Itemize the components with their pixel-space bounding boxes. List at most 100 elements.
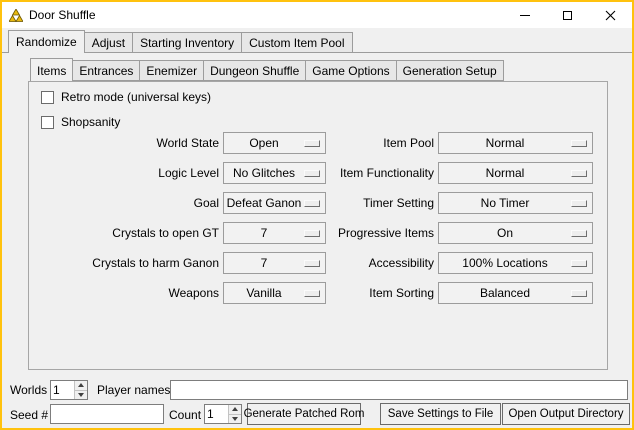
count-spin-up[interactable] (229, 405, 241, 414)
open-output-directory-button[interactable]: Open Output Directory (502, 403, 630, 425)
spin-down-icon (78, 393, 84, 397)
timer-setting-label: Timer Setting (330, 192, 434, 214)
randomize-tabbar: Items Entrances Enemizer Dungeon Shuffle… (30, 58, 504, 81)
generate-patched-rom-button[interactable]: Generate Patched Rom (247, 403, 361, 425)
item-pool-label: Item Pool (330, 132, 434, 154)
crystals-harm-ganon-label: Crystals to harm Ganon (29, 252, 219, 274)
window-title: Door Shuffle (29, 8, 96, 22)
option-row: Goal Defeat Ganon Timer Setting No Timer (29, 192, 593, 214)
count-spin-down[interactable] (229, 414, 241, 424)
option-row: Crystals to harm Ganon 7 Accessibility 1… (29, 252, 593, 274)
maximize-button[interactable] (546, 2, 589, 28)
item-pool-dropdown[interactable]: Normal (438, 132, 593, 154)
dropdown-indicator-icon (304, 290, 320, 297)
seed-input[interactable] (50, 404, 164, 424)
shopsanity-row: Shopsanity (41, 114, 120, 130)
retro-mode-checkbox[interactable] (41, 91, 54, 104)
weapons-label: Weapons (29, 282, 219, 304)
shopsanity-label: Shopsanity (61, 115, 120, 129)
item-functionality-value: Normal (439, 166, 571, 180)
timer-setting-value: No Timer (439, 196, 571, 210)
progressive-items-dropdown[interactable]: On (438, 222, 593, 244)
save-settings-button[interactable]: Save Settings to File (380, 403, 501, 425)
window-controls (503, 2, 632, 28)
accessibility-label: Accessibility (330, 252, 434, 274)
tab-adjust[interactable]: Adjust (84, 32, 133, 53)
minimize-button[interactable] (503, 2, 546, 28)
dropdown-indicator-icon (304, 230, 320, 237)
goal-value: Defeat Ganon (224, 196, 304, 210)
worlds-label: Worlds (10, 380, 47, 400)
item-sorting-label: Item Sorting (330, 282, 434, 304)
worlds-spinbox (50, 380, 88, 400)
tab-items[interactable]: Items (30, 58, 73, 82)
retro-mode-label: Retro mode (universal keys) (61, 90, 211, 104)
maximize-icon (563, 11, 572, 20)
tab-randomize[interactable]: Randomize (8, 30, 85, 53)
weapons-dropdown[interactable]: Vanilla (223, 282, 326, 304)
shopsanity-checkbox[interactable] (41, 116, 54, 129)
titlebar[interactable]: Door Shuffle (2, 2, 632, 28)
weapons-value: Vanilla (224, 286, 304, 300)
crystals-open-gt-value: 7 (224, 226, 304, 240)
spin-up-icon (78, 383, 84, 387)
option-row: Logic Level No Glitches Item Functionali… (29, 162, 593, 184)
item-sorting-dropdown[interactable]: Balanced (438, 282, 593, 304)
world-state-label: World State (29, 132, 219, 154)
worlds-spin-down[interactable] (75, 390, 87, 400)
accessibility-dropdown[interactable]: 100% Locations (438, 252, 593, 274)
items-pane: Retro mode (universal keys) Shopsanity W… (28, 81, 608, 370)
seed-label: Seed # (10, 404, 48, 426)
door-shuffle-window: Door Shuffle Randomize Adjust Starting I… (0, 0, 634, 430)
crystals-harm-ganon-value: 7 (224, 256, 304, 270)
item-functionality-label: Item Functionality (330, 162, 434, 184)
accessibility-value: 100% Locations (439, 256, 571, 270)
player-names-label: Player names (97, 380, 170, 400)
tab-entrances[interactable]: Entrances (72, 60, 140, 81)
spin-up-icon (232, 407, 238, 411)
goal-dropdown[interactable]: Defeat Ganon (223, 192, 326, 214)
minimize-icon (520, 15, 530, 16)
count-input[interactable] (205, 405, 228, 423)
dropdown-indicator-icon (304, 140, 320, 147)
dropdown-indicator-icon (571, 140, 587, 147)
item-pool-value: Normal (439, 136, 571, 150)
goal-label: Goal (29, 192, 219, 214)
world-state-value: Open (224, 136, 304, 150)
tab-game-options[interactable]: Game Options (305, 60, 396, 81)
logic-level-value: No Glitches (224, 166, 304, 180)
worlds-input[interactable] (51, 381, 74, 399)
worlds-spin-up[interactable] (75, 381, 87, 390)
item-sorting-value: Balanced (439, 286, 571, 300)
dropdown-indicator-icon (571, 200, 587, 207)
crystals-harm-ganon-dropdown[interactable]: 7 (223, 252, 326, 274)
player-names-input[interactable] (170, 380, 628, 400)
option-row: World State Open Item Pool Normal (29, 132, 593, 154)
crystals-open-gt-label: Crystals to open GT (29, 222, 219, 244)
dropdown-indicator-icon (304, 200, 320, 207)
timer-setting-dropdown[interactable]: No Timer (438, 192, 593, 214)
option-row: Crystals to open GT 7 Progressive Items … (29, 222, 593, 244)
tab-custom-item-pool[interactable]: Custom Item Pool (241, 32, 352, 53)
dropdown-indicator-icon (571, 230, 587, 237)
tab-enemizer[interactable]: Enemizer (139, 60, 204, 81)
logic-level-label: Logic Level (29, 162, 219, 184)
progressive-items-label: Progressive Items (330, 222, 434, 244)
retro-mode-row: Retro mode (universal keys) (41, 89, 211, 105)
tab-dungeon-shuffle[interactable]: Dungeon Shuffle (203, 60, 306, 81)
tab-starting-inventory[interactable]: Starting Inventory (132, 32, 242, 53)
crystals-open-gt-dropdown[interactable]: 7 (223, 222, 326, 244)
tab-generation-setup[interactable]: Generation Setup (396, 60, 504, 81)
spin-down-icon (232, 417, 238, 421)
count-spinbox (204, 404, 242, 424)
logic-level-dropdown[interactable]: No Glitches (223, 162, 326, 184)
close-button[interactable] (589, 2, 632, 28)
count-spin-arrows (228, 405, 241, 423)
item-functionality-dropdown[interactable]: Normal (438, 162, 593, 184)
close-icon (605, 10, 616, 21)
progressive-items-value: On (439, 226, 571, 240)
count-label: Count (169, 404, 201, 426)
dropdown-indicator-icon (571, 260, 587, 267)
main-tabbar: Randomize Adjust Starting Inventory Cust… (8, 30, 353, 53)
world-state-dropdown[interactable]: Open (223, 132, 326, 154)
